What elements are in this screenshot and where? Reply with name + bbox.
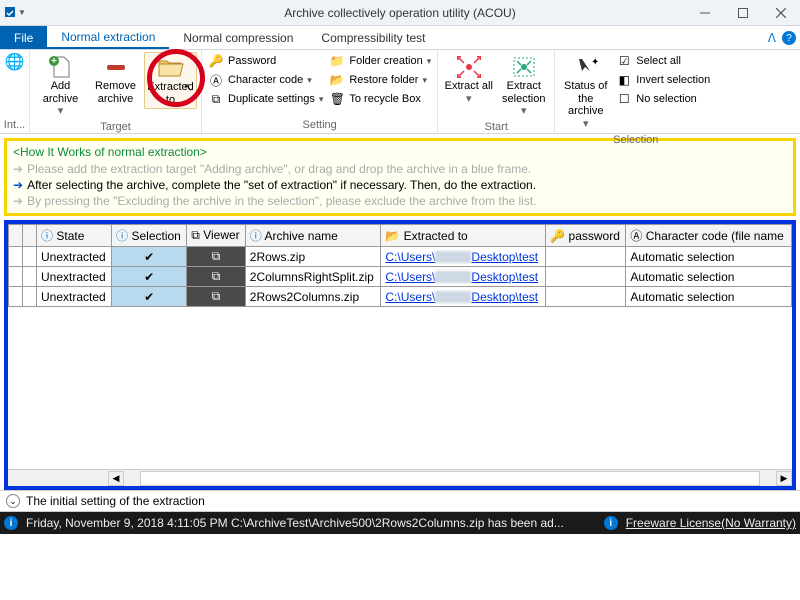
clear-selection-icon: ☐ (616, 91, 632, 107)
scroll-right-button[interactable]: ▶ (776, 471, 792, 486)
selection-group-label: Selection (559, 133, 712, 147)
folder-open-icon (157, 55, 185, 81)
copy-icon: ⧉ (208, 91, 224, 107)
table-row[interactable]: Unextracted✔⧉2Rows2Columns.zipC:\Users\D… (9, 287, 792, 307)
setting-group-label: Setting (206, 118, 433, 132)
col-extracted-to: 📂 Extracted to (381, 225, 546, 247)
path-link[interactable]: Desktop\test (471, 250, 538, 264)
table-row[interactable]: Unextracted✔⧉2ColumnsRightSplit.zipC:\Us… (9, 267, 792, 287)
status-bar: i Friday, November 9, 2018 4:11:05 PM C:… (0, 512, 800, 534)
selection-cell[interactable]: ✔ (112, 267, 187, 287)
remove-archive-button[interactable]: Remove archive (89, 52, 142, 107)
expand-icon (455, 54, 483, 80)
svg-text:✦: ✦ (591, 57, 599, 68)
col-viewer: ⧉ Viewer (187, 225, 245, 247)
group-start: Extract all▾ Extract selection▾ Start (438, 50, 555, 133)
no-selection-button[interactable]: ☐No selection (614, 90, 712, 108)
start-group-label: Start (442, 120, 550, 134)
howto-step-1: ➔Please add the extraction target "Addin… (13, 161, 787, 177)
archive-grid-frame: ⓘ State ⓘ Selection ⧉ Viewer ⓘ Archive n… (4, 220, 796, 490)
add-archive-button[interactable]: + Add archive▾ (34, 52, 87, 120)
folder-restore-icon: 📂 (329, 72, 345, 88)
horizontal-scrollbar[interactable]: ◀ ▶ (8, 469, 792, 486)
path-link[interactable]: Desktop\test (471, 270, 538, 284)
path-link[interactable]: C:\Users\ (385, 270, 435, 284)
add-file-icon: + (47, 54, 75, 80)
status-of-archive-button[interactable]: ✦ Status of the archive▾ (559, 52, 612, 133)
tab-normal-compression[interactable]: Normal compression (169, 26, 307, 49)
table-row[interactable]: Unextracted✔⧉2Rows.zipC:\Users\Desktop\t… (9, 247, 792, 267)
qat-dropdown[interactable]: ▼ (0, 6, 30, 20)
howto-step-3: ➔By pressing the "Excluding the archive … (13, 193, 787, 209)
tab-compressibility-test[interactable]: Compressibility test (307, 26, 439, 49)
folder-creation-button[interactable]: 📁Folder creation (327, 52, 433, 70)
viewer-cell[interactable]: ⧉ (187, 287, 245, 307)
path-link[interactable]: Desktop\test (471, 290, 538, 304)
intro-group-label: Int... (2, 119, 27, 131)
help-icon[interactable]: ? (782, 31, 796, 45)
col-charcode: Ⓐ Character code (file name (626, 225, 792, 247)
remove-icon (102, 54, 130, 80)
col-selection: ⓘ Selection (112, 225, 187, 247)
initial-setting-expander[interactable]: ⌄ The initial setting of the extraction (0, 490, 800, 512)
scroll-left-button[interactable]: ◀ (108, 471, 124, 486)
col-password: 🔑 password (546, 225, 626, 247)
col-archive-name: ⓘ Archive name (245, 225, 381, 247)
encoding-icon: Ⓐ (208, 72, 224, 88)
howto-step-2: ➔After selecting the archive, complete t… (13, 177, 787, 193)
password-button[interactable]: 🔑Password (206, 52, 325, 70)
restore-folder-button[interactable]: 📂Restore folder (327, 71, 433, 89)
extract-all-button[interactable]: Extract all▾ (442, 52, 495, 107)
close-button[interactable] (762, 0, 800, 26)
tab-normal-extraction[interactable]: Normal extraction (47, 26, 169, 49)
group-setting: 🔑Password ⒶCharacter code ⧉Duplicate set… (202, 50, 438, 133)
tab-bar: File Normal extraction Normal compressio… (0, 26, 800, 50)
invert-icon: ◧ (616, 72, 632, 88)
chevron-down-icon: ⌄ (6, 494, 20, 508)
info-icon: i (604, 516, 618, 530)
invert-selection-button[interactable]: ◧Invert selection (614, 71, 712, 89)
target-group-label: Target (34, 120, 197, 134)
minimize-button[interactable] (686, 0, 724, 26)
character-code-button[interactable]: ⒶCharacter code (206, 71, 325, 89)
cursor-sparkle-icon: ✦ (572, 54, 600, 80)
status-message: Friday, November 9, 2018 4:11:05 PM C:\A… (26, 516, 564, 530)
extracted-to-button[interactable]: Extracted to ↖ (144, 52, 197, 109)
ribbon: 🌐 Int... + Add archive▾ Remove archive (0, 50, 800, 134)
duplicate-settings-button[interactable]: ⧉Duplicate settings (206, 90, 325, 108)
window-title: Archive collectively operation utility (… (0, 6, 800, 20)
viewer-cell[interactable]: ⧉ (187, 267, 245, 287)
tab-file[interactable]: File (0, 26, 47, 49)
extract-selection-button[interactable]: Extract selection▾ (497, 52, 550, 120)
group-target: + Add archive▾ Remove archive Extracted … (30, 50, 202, 133)
col-state: ⓘ State (37, 225, 112, 247)
select-all-button[interactable]: ☑Select all (614, 52, 712, 70)
collapse-ribbon-icon[interactable]: ᐱ (768, 31, 776, 45)
title-bar: ▼ Archive collectively operation utility… (0, 0, 800, 26)
expand-selection-icon (510, 54, 538, 80)
viewer-cell[interactable]: ⧉ (187, 247, 245, 267)
selection-cell[interactable]: ✔ (112, 287, 187, 307)
howto-panel: <How It Works of normal extraction> ➔Ple… (4, 138, 796, 216)
maximize-button[interactable] (724, 0, 762, 26)
license-link[interactable]: Freeware License(No Warranty) (626, 516, 796, 530)
archive-grid[interactable]: ⓘ State ⓘ Selection ⧉ Viewer ⓘ Archive n… (8, 224, 792, 469)
recycle-box-button[interactable]: 🗑To recycle Box (327, 90, 433, 108)
svg-text:+: + (51, 56, 57, 67)
folder-new-icon: 📁 (329, 53, 345, 69)
selection-cell[interactable]: ✔ (112, 247, 187, 267)
howto-header: <How It Works of normal extraction> (13, 145, 787, 159)
select-all-icon: ☑ (616, 53, 632, 69)
globe-icon[interactable]: 🌐 (2, 52, 27, 72)
password-icon: 🔑 (208, 53, 224, 69)
group-selection: ✦ Status of the archive▾ ☑Select all ◧In… (555, 50, 716, 133)
path-link[interactable]: C:\Users\ (385, 290, 435, 304)
path-link[interactable]: C:\Users\ (385, 250, 435, 264)
recycle-icon: 🗑 (329, 91, 345, 107)
info-icon: i (4, 516, 18, 530)
